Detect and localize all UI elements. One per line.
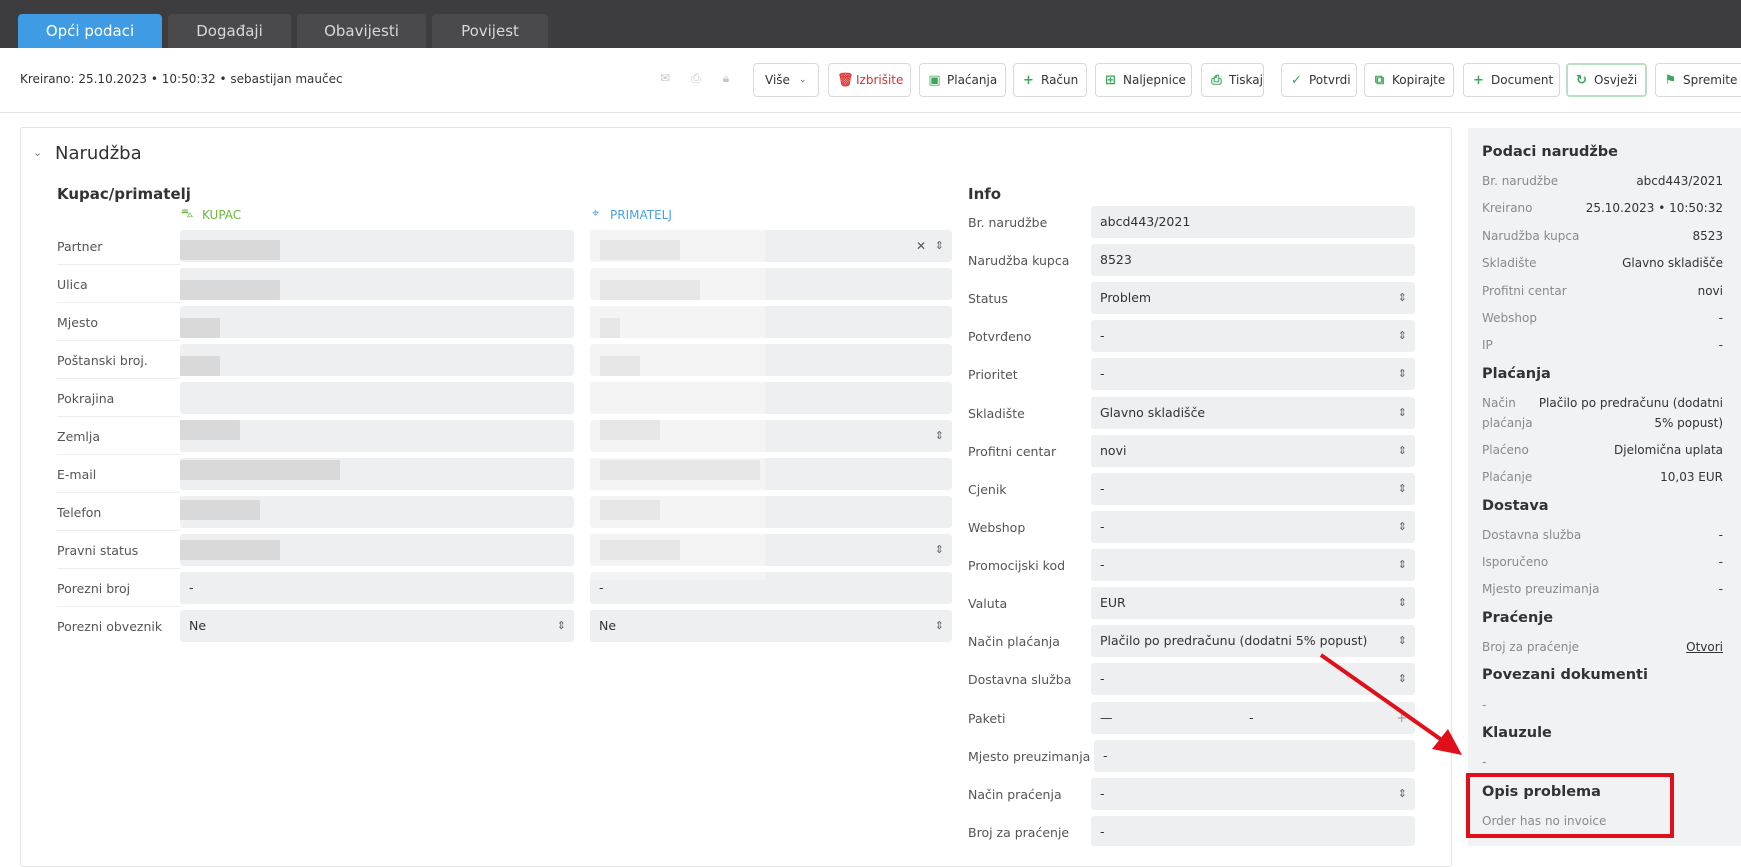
annotation-arrow-icon — [1319, 653, 1462, 755]
